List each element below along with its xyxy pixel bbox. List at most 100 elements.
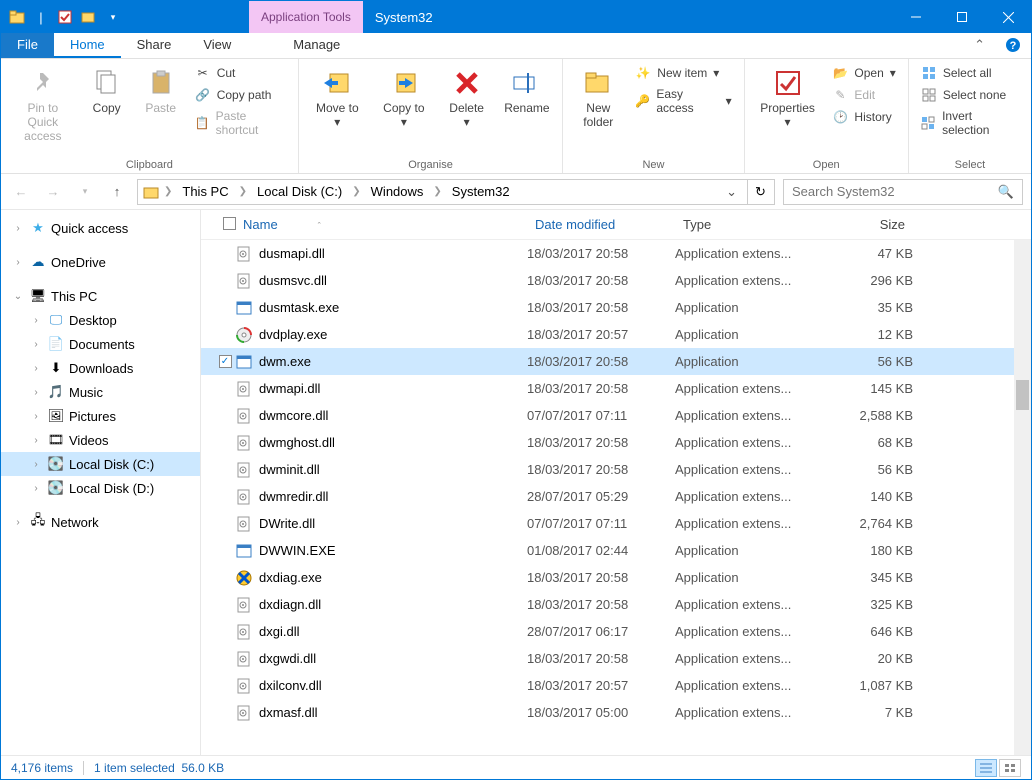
file-row[interactable]: dvdplay.exe18/03/2017 20:57Application12… bbox=[201, 321, 1031, 348]
up-button[interactable]: ↑ bbox=[105, 180, 129, 204]
tab-home[interactable]: Home bbox=[54, 33, 121, 58]
chevron-right-icon[interactable]: ❯ bbox=[431, 186, 443, 197]
file-row[interactable]: dxmasf.dll18/03/2017 05:00Application ex… bbox=[201, 699, 1031, 726]
chevron-right-icon[interactable]: › bbox=[29, 387, 43, 398]
crumb-disk[interactable]: Local Disk (C:) bbox=[251, 182, 348, 201]
minimize-button[interactable] bbox=[893, 1, 939, 33]
properties-button[interactable]: Properties ▾ bbox=[753, 63, 823, 133]
select-none-button[interactable]: Select none bbox=[917, 85, 1023, 105]
sidebar-item-downloads[interactable]: ›⬇Downloads bbox=[1, 356, 200, 380]
tab-manage[interactable]: Manage bbox=[277, 33, 356, 58]
address-dropdown-icon[interactable]: ⌄ bbox=[720, 184, 743, 200]
chevron-right-icon[interactable]: › bbox=[11, 257, 25, 268]
properties-qat-icon[interactable] bbox=[55, 7, 75, 27]
copy-to-button[interactable]: Copy to ▾ bbox=[374, 63, 434, 133]
collapse-ribbon-icon[interactable]: ⌃ bbox=[964, 33, 995, 58]
chevron-down-icon[interactable]: ⌄ bbox=[11, 291, 25, 302]
sidebar-item-disk-c[interactable]: ›💽Local Disk (C:) bbox=[1, 452, 200, 476]
sidebar-item-documents[interactable]: ›📄Documents bbox=[1, 332, 200, 356]
sidebar-item-pictures[interactable]: ›🖼Pictures bbox=[1, 404, 200, 428]
file-row[interactable]: dwmapi.dll18/03/2017 20:58Application ex… bbox=[201, 375, 1031, 402]
paste-button[interactable]: Paste bbox=[137, 63, 185, 119]
file-row[interactable]: dusmapi.dll18/03/2017 20:58Application e… bbox=[201, 240, 1031, 267]
crumb-windows[interactable]: Windows bbox=[365, 182, 430, 201]
sidebar-item-network[interactable]: ›🖧Network bbox=[1, 510, 200, 534]
chevron-right-icon[interactable]: › bbox=[29, 483, 43, 494]
sidebar-item-desktop[interactable]: ›🖵Desktop bbox=[1, 308, 200, 332]
close-button[interactable] bbox=[985, 1, 1031, 33]
chevron-right-icon[interactable]: › bbox=[29, 459, 43, 470]
chevron-right-icon[interactable]: › bbox=[11, 517, 25, 528]
file-list[interactable]: dusmapi.dll18/03/2017 20:58Application e… bbox=[201, 240, 1031, 755]
search-icon[interactable]: 🔍 bbox=[998, 184, 1014, 200]
sidebar-item-videos[interactable]: ›🎞Videos bbox=[1, 428, 200, 452]
file-row[interactable]: dusmsvc.dll18/03/2017 20:58Application e… bbox=[201, 267, 1031, 294]
file-row[interactable]: dusmtask.exe18/03/2017 20:58Application3… bbox=[201, 294, 1031, 321]
delete-button[interactable]: Delete ▾ bbox=[440, 63, 494, 133]
chevron-right-icon[interactable]: › bbox=[29, 339, 43, 350]
select-all-checkbox[interactable] bbox=[215, 211, 235, 239]
file-row[interactable]: dwmcore.dll07/07/2017 07:11Application e… bbox=[201, 402, 1031, 429]
history-button[interactable]: 🕑History bbox=[828, 107, 899, 127]
chevron-right-icon[interactable]: › bbox=[29, 435, 43, 446]
file-row[interactable]: DWrite.dll07/07/2017 07:11Application ex… bbox=[201, 510, 1031, 537]
pin-to-quick-access-button[interactable]: Pin to Quick access bbox=[9, 63, 77, 147]
chevron-right-icon[interactable]: ❯ bbox=[162, 186, 174, 197]
row-checkbox[interactable]: ✓ bbox=[215, 355, 235, 368]
tab-view[interactable]: View bbox=[187, 33, 247, 58]
large-icons-view-button[interactable] bbox=[999, 759, 1021, 777]
tab-share[interactable]: Share bbox=[121, 33, 188, 58]
column-type[interactable]: Type bbox=[675, 211, 823, 238]
rename-button[interactable]: Rename bbox=[499, 63, 554, 119]
open-button[interactable]: 📂Open ▾ bbox=[828, 63, 899, 83]
select-all-button[interactable]: Select all bbox=[917, 63, 1023, 83]
crumb-system32[interactable]: System32 bbox=[446, 182, 516, 201]
search-box[interactable]: 🔍 bbox=[783, 179, 1023, 205]
new-folder-qat-icon[interactable] bbox=[79, 7, 99, 27]
file-row[interactable]: dwmredir.dll28/07/2017 05:29Application … bbox=[201, 483, 1031, 510]
file-row[interactable]: dxdiag.exe18/03/2017 20:58Application345… bbox=[201, 564, 1031, 591]
move-to-button[interactable]: Move to ▾ bbox=[307, 63, 368, 133]
recent-locations-button[interactable]: ▾ bbox=[73, 180, 97, 204]
sidebar-item-music[interactable]: ›🎵Music bbox=[1, 380, 200, 404]
edit-button[interactable]: ✎Edit bbox=[828, 85, 899, 105]
details-view-button[interactable] bbox=[975, 759, 997, 777]
sidebar-item-onedrive[interactable]: ›☁OneDrive bbox=[1, 250, 200, 274]
column-name[interactable]: Nameˆ bbox=[235, 211, 527, 238]
column-date[interactable]: Date modified bbox=[527, 211, 675, 238]
back-button[interactable]: ← bbox=[9, 180, 33, 204]
file-row[interactable]: dwmghost.dll18/03/2017 20:58Application … bbox=[201, 429, 1031, 456]
invert-selection-button[interactable]: Invert selection bbox=[917, 107, 1023, 139]
chevron-right-icon[interactable]: › bbox=[29, 411, 43, 422]
scrollbar-thumb[interactable] bbox=[1016, 380, 1029, 410]
search-input[interactable] bbox=[792, 184, 998, 199]
help-icon[interactable]: ? bbox=[995, 33, 1031, 58]
scrollbar[interactable] bbox=[1014, 240, 1031, 755]
chevron-right-icon[interactable]: › bbox=[11, 223, 25, 234]
sidebar-item-quick-access[interactable]: ›★Quick access bbox=[1, 216, 200, 240]
chevron-right-icon[interactable]: ❯ bbox=[237, 186, 249, 197]
easy-access-button[interactable]: 🔑Easy access ▾ bbox=[631, 85, 735, 117]
file-row[interactable]: dxgwdi.dll18/03/2017 20:58Application ex… bbox=[201, 645, 1031, 672]
crumb-thispc[interactable]: This PC bbox=[176, 182, 234, 201]
file-row[interactable]: DWWIN.EXE01/08/2017 02:44Application180 … bbox=[201, 537, 1031, 564]
qat-dropdown-icon[interactable]: ▾ bbox=[103, 7, 123, 27]
sidebar-item-this-pc[interactable]: ⌄🖥This PC bbox=[1, 284, 200, 308]
copy-path-button[interactable]: 🔗Copy path bbox=[191, 85, 290, 105]
address-bar[interactable]: ❯ This PC ❯ Local Disk (C:) ❯ Windows ❯ … bbox=[137, 179, 748, 205]
refresh-button[interactable]: ↻ bbox=[747, 179, 775, 205]
cut-button[interactable]: ✂Cut bbox=[191, 63, 290, 83]
file-row[interactable]: dxilconv.dll18/03/2017 20:57Application … bbox=[201, 672, 1031, 699]
file-row[interactable]: dxdiagn.dll18/03/2017 20:58Application e… bbox=[201, 591, 1031, 618]
forward-button[interactable]: → bbox=[41, 180, 65, 204]
sidebar-item-disk-d[interactable]: ›💽Local Disk (D:) bbox=[1, 476, 200, 500]
copy-button[interactable]: Copy bbox=[83, 63, 131, 119]
new-item-button[interactable]: ✨New item ▾ bbox=[631, 63, 735, 83]
file-row[interactable]: ✓dwm.exe18/03/2017 20:58Application56 KB bbox=[201, 348, 1031, 375]
column-size[interactable]: Size bbox=[823, 211, 913, 238]
chevron-right-icon[interactable]: › bbox=[29, 315, 43, 326]
chevron-right-icon[interactable]: ❯ bbox=[350, 186, 362, 197]
file-row[interactable]: dwminit.dll18/03/2017 20:58Application e… bbox=[201, 456, 1031, 483]
maximize-button[interactable] bbox=[939, 1, 985, 33]
file-row[interactable]: dxgi.dll28/07/2017 06:17Application exte… bbox=[201, 618, 1031, 645]
